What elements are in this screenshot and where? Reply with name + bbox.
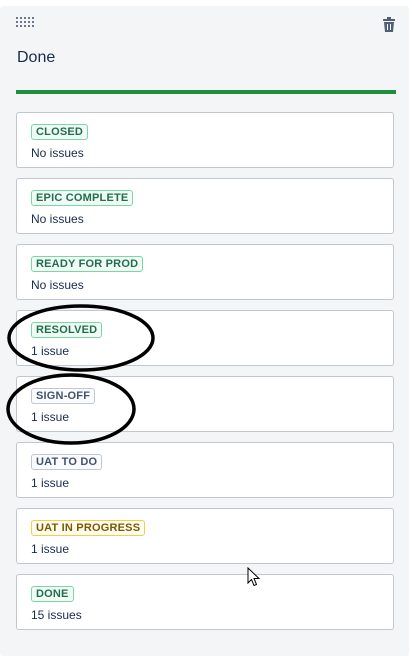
status-card-uat-in-progress[interactable]: UAT IN PROGRESS 1 issue (16, 508, 394, 564)
issue-count: No issues (31, 212, 84, 226)
issue-count: No issues (31, 278, 84, 292)
status-lozenge: UAT TO DO (31, 454, 103, 470)
status-lozenge: CLOSED (31, 124, 89, 140)
column-title: Done (17, 49, 56, 66)
status-card-sign-off[interactable]: SIGN-OFF 1 issue (16, 376, 394, 432)
status-card-closed[interactable]: CLOSED No issues (16, 112, 394, 168)
issue-count: 1 issue (31, 542, 70, 556)
status-card-done[interactable]: DONE 15 issues (16, 574, 394, 630)
status-card-resolved[interactable]: RESOLVED 1 issue (16, 310, 394, 366)
status-card-uat-to-do[interactable]: UAT TO DO 1 issue (16, 442, 394, 498)
drag-handle-icon[interactable] (16, 17, 34, 27)
status-lozenge: RESOLVED (31, 322, 103, 338)
status-card-ready-for-prod[interactable]: READY FOR PROD No issues (16, 244, 394, 300)
issue-count: No issues (31, 146, 84, 160)
column-status-bar (16, 90, 396, 94)
status-lozenge: SIGN-OFF (31, 388, 96, 404)
issue-count: 1 issue (31, 344, 70, 358)
status-lozenge: DONE (31, 586, 74, 602)
issue-count: 15 issues (31, 608, 82, 622)
trash-icon[interactable] (382, 17, 396, 33)
status-lozenge: UAT IN PROGRESS (31, 520, 146, 536)
issue-count: 1 issue (31, 410, 70, 424)
status-card-epic-complete[interactable]: EPIC COMPLETE No issues (16, 178, 394, 234)
issue-count: 1 issue (31, 476, 70, 490)
status-lozenge: EPIC COMPLETE (31, 190, 134, 206)
status-lozenge: READY FOR PROD (31, 256, 144, 272)
mouse-pointer-icon (247, 566, 261, 587)
